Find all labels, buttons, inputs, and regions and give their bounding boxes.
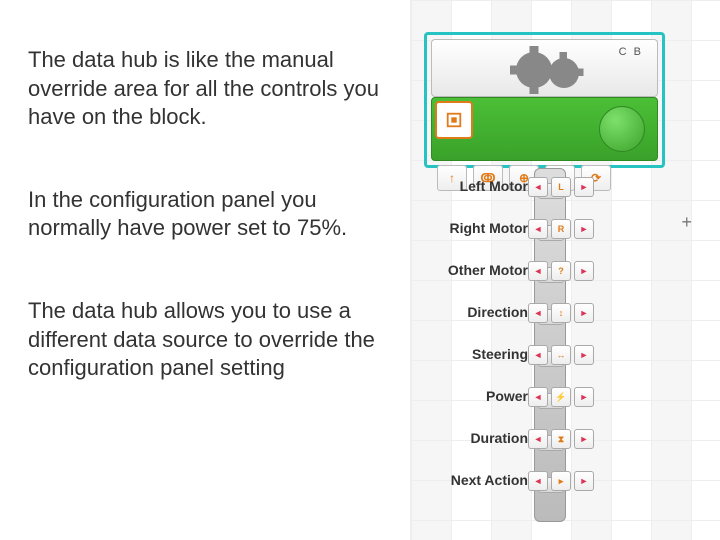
plug-icon: ▸ xyxy=(551,471,571,491)
plug-icon: ► xyxy=(574,219,594,239)
plug-icon: ↕ xyxy=(551,303,571,323)
plug-icon: ↔ xyxy=(551,345,571,365)
paragraph-2: In the configuration panel you normally … xyxy=(28,186,398,243)
hub-label: Steering xyxy=(410,346,528,362)
hub-port[interactable]: ◄?► xyxy=(528,260,614,282)
plug-icon: ◄ xyxy=(528,261,548,281)
paragraph-3: The data hub allows you to use a differe… xyxy=(28,297,398,383)
plug-icon: ► xyxy=(574,261,594,281)
hub-label: Duration xyxy=(410,430,528,446)
plug-icon: ► xyxy=(574,387,594,407)
paragraph-1: The data hub is like the manual override… xyxy=(28,46,398,132)
plug-icon: L xyxy=(551,177,571,197)
plug-icon: ◄ xyxy=(528,177,548,197)
plug-icon: ► xyxy=(574,303,594,323)
hub-port[interactable]: ◄⚡► xyxy=(528,386,614,408)
plug-icon: ◄ xyxy=(528,471,548,491)
block-grip-icon xyxy=(435,101,473,139)
gears-icon xyxy=(504,42,594,98)
hub-label: Next Action xyxy=(410,472,528,488)
plug-icon: ► xyxy=(574,429,594,449)
hub-port[interactable]: ◄L► xyxy=(528,176,614,198)
plug-icon: ⧗ xyxy=(551,429,571,449)
hub-label: Right Motor xyxy=(410,220,528,236)
hub-port[interactable]: ◄R► xyxy=(528,218,614,240)
hub-label: Other Motor xyxy=(410,262,528,278)
hub-port[interactable]: ◄↔► xyxy=(528,344,614,366)
plug-icon: ◄ xyxy=(528,387,548,407)
hub-label: Power xyxy=(410,388,528,404)
motor-circle-icon xyxy=(599,106,645,152)
diagram-panel: C B ↑ↂ⊕∞⟳ + Left Motor◄ xyxy=(410,0,720,540)
plug-icon: ◄ xyxy=(528,429,548,449)
hub-port[interactable]: ◄↕► xyxy=(528,302,614,324)
hub-port[interactable]: ◄⧗► xyxy=(528,428,614,450)
plug-icon: ► xyxy=(574,471,594,491)
plug-icon: ◄ xyxy=(528,219,548,239)
hub-label: Left Motor xyxy=(410,178,528,194)
plug-icon: ⚡ xyxy=(551,387,571,407)
plug-icon: ► xyxy=(574,345,594,365)
block-ports-label: C B xyxy=(619,46,643,58)
plug-icon: ► xyxy=(574,177,594,197)
plug-icon: ◄ xyxy=(528,303,548,323)
crosshair-icon: + xyxy=(681,212,692,233)
plug-icon: R xyxy=(551,219,571,239)
move-block[interactable]: C B ↑ↂ⊕∞⟳ xyxy=(424,32,665,168)
block-header: C B xyxy=(431,39,658,97)
hub-port[interactable]: ◄▸► xyxy=(528,470,614,492)
hub-label: Direction xyxy=(410,304,528,320)
plug-icon: ◄ xyxy=(528,345,548,365)
plug-icon: ? xyxy=(551,261,571,281)
